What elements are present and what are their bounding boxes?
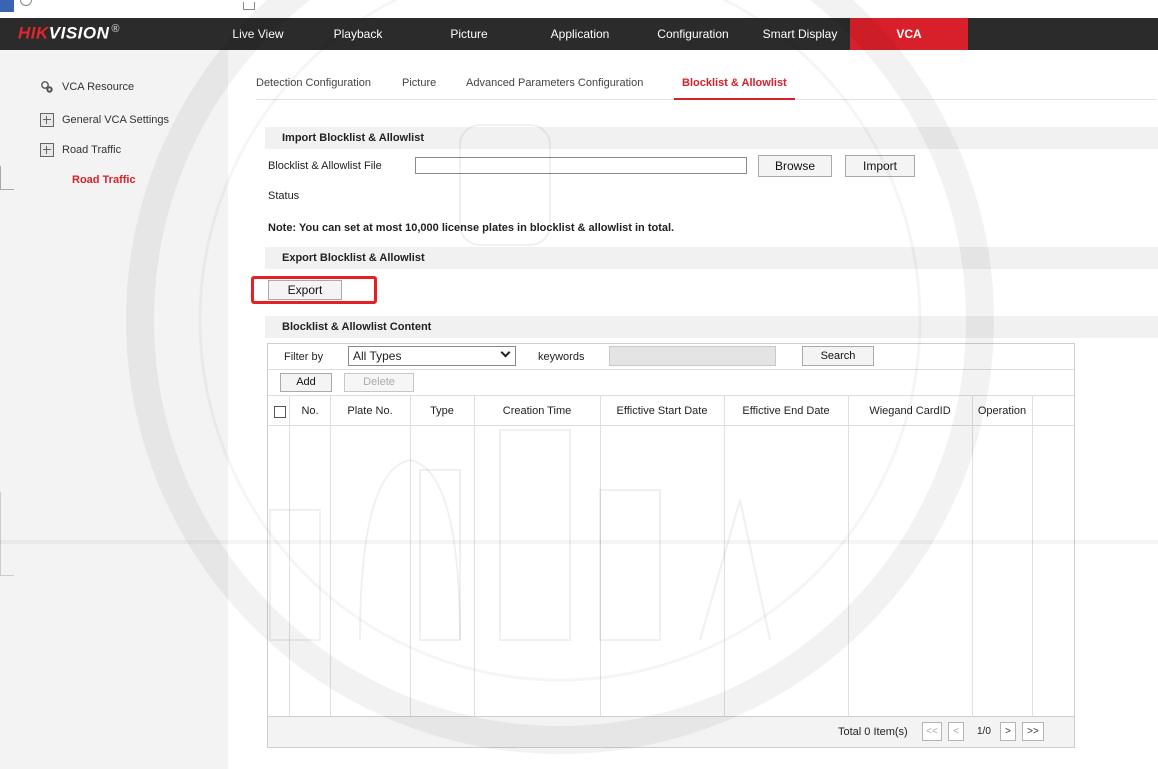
limit-note: Note: You can set at most 10,000 license… [268, 222, 675, 234]
prev-page-button[interactable]: < [948, 722, 964, 741]
nav-vca[interactable]: VCA [850, 18, 968, 50]
column-divider [410, 396, 411, 718]
delete-button[interactable]: Delete [344, 373, 414, 392]
file-path-input[interactable] [415, 157, 747, 174]
hikvision-logo: HIKVISION ® [18, 23, 120, 44]
table-footer: Total 0 Item(s) << < 1/0 > >> [268, 716, 1074, 747]
sidebar-item-road-traffic-group[interactable]: Road Traffic [0, 139, 228, 161]
chevron-down-icon [500, 347, 511, 358]
keywords-input[interactable] [609, 346, 776, 366]
browser-top-strip [0, 0, 1158, 18]
search-button[interactable]: Search [802, 346, 874, 366]
column-divider [972, 396, 973, 718]
sidebar-item-road-traffic[interactable]: Road Traffic [0, 169, 228, 191]
status-label: Status [268, 190, 300, 202]
nav-live-view[interactable]: Live View [230, 18, 286, 50]
last-page-button[interactable]: >> [1022, 722, 1044, 741]
vca-resource-icon [41, 81, 53, 93]
column-header: Effictive Start Date [616, 405, 708, 417]
nav-smart-display[interactable]: Smart Display [750, 18, 850, 50]
logo-hik-text: HIK [18, 23, 49, 43]
sidebar-scroll-mark [0, 166, 14, 190]
column-divider [1032, 396, 1033, 718]
main-nav: Live View Playback Picture Application C… [230, 18, 968, 50]
sidebar-item-general-vca-settings[interactable]: General VCA Settings [0, 109, 228, 131]
tab-picture[interactable]: Picture [402, 70, 436, 100]
sidebar-item-label: General VCA Settings [62, 114, 170, 126]
column-header: Operation [977, 405, 1027, 417]
first-page-button[interactable]: << [922, 722, 942, 741]
import-section-title: Import Blocklist & Allowlist [265, 127, 1158, 149]
column-header: Creation Time [502, 405, 572, 417]
column-divider [289, 396, 290, 718]
filter-label: Filter by [284, 351, 324, 363]
column-header: No. [301, 405, 319, 417]
column-divider [600, 396, 601, 718]
page-indicator: 1/0 [977, 726, 991, 737]
select-all-checkbox[interactable] [274, 406, 286, 418]
filter-row: Filter by All Types keywords Search [268, 344, 1074, 370]
browse-button[interactable]: Browse [758, 155, 832, 177]
window-corner-icon [0, 0, 14, 12]
sidebar-item-label: Road Traffic [72, 174, 136, 186]
nav-application[interactable]: Application [524, 18, 636, 50]
nav-picture[interactable]: Picture [414, 18, 524, 50]
sidebar-item-label: VCA Resource [62, 81, 135, 93]
column-divider [330, 396, 331, 718]
top-header: HIKVISION ® Live View Playback Picture Ap… [0, 18, 1158, 50]
grid-icon [40, 113, 54, 127]
column-header: Effictive End Date [742, 405, 830, 417]
export-highlight-box [251, 276, 377, 304]
blocklist-table: Filter by All Types keywords Search Add … [267, 343, 1075, 748]
column-header: Type [430, 405, 454, 417]
sub-tabs: Detection Configuration Picture Advanced… [256, 70, 1156, 100]
type-filter-value: All Types [353, 349, 402, 363]
column-divider [724, 396, 725, 718]
add-button[interactable]: Add [280, 373, 332, 392]
keywords-label: keywords [538, 351, 585, 363]
next-page-button[interactable]: > [1000, 722, 1016, 741]
sidebar-item-vca-resource[interactable]: VCA Resource [0, 76, 228, 98]
tab-detection-configuration[interactable]: Detection Configuration [256, 70, 371, 100]
export-section-title: Export Blocklist & Allowlist [265, 247, 1158, 269]
column-header: Plate No. [347, 405, 393, 417]
column-divider [474, 396, 475, 718]
content-section-title: Blocklist & Allowlist Content [265, 316, 1158, 338]
tab-box-icon [243, 2, 255, 10]
nav-playback[interactable]: Playback [302, 18, 414, 50]
column-divider [848, 396, 849, 718]
file-label: Blocklist & Allowlist File [268, 160, 382, 172]
tab-icon [20, 0, 32, 6]
import-button[interactable]: Import [845, 155, 915, 177]
action-row: Add Delete [268, 370, 1074, 396]
sidebar-item-label: Road Traffic [62, 144, 122, 156]
tab-blocklist-allowlist[interactable]: Blocklist & Allowlist [674, 70, 795, 100]
total-items: Total 0 Item(s) [838, 726, 908, 738]
tab-advanced-parameters[interactable]: Advanced Parameters Configuration [466, 70, 643, 100]
logo-registered-mark: ® [111, 23, 121, 35]
sidebar: VCA Resource General VCA Settings Road T… [0, 50, 228, 769]
type-filter-select[interactable]: All Types [348, 346, 516, 366]
column-header: Wiegand CardID [869, 405, 951, 417]
nav-configuration[interactable]: Configuration [636, 18, 750, 50]
table-header-row: No. Plate No. Type Creation Time Efficti… [268, 396, 1074, 426]
logo-vision-text: VISION [48, 23, 110, 43]
sidebar-edge-mark [0, 492, 14, 576]
grid-icon [40, 143, 54, 157]
